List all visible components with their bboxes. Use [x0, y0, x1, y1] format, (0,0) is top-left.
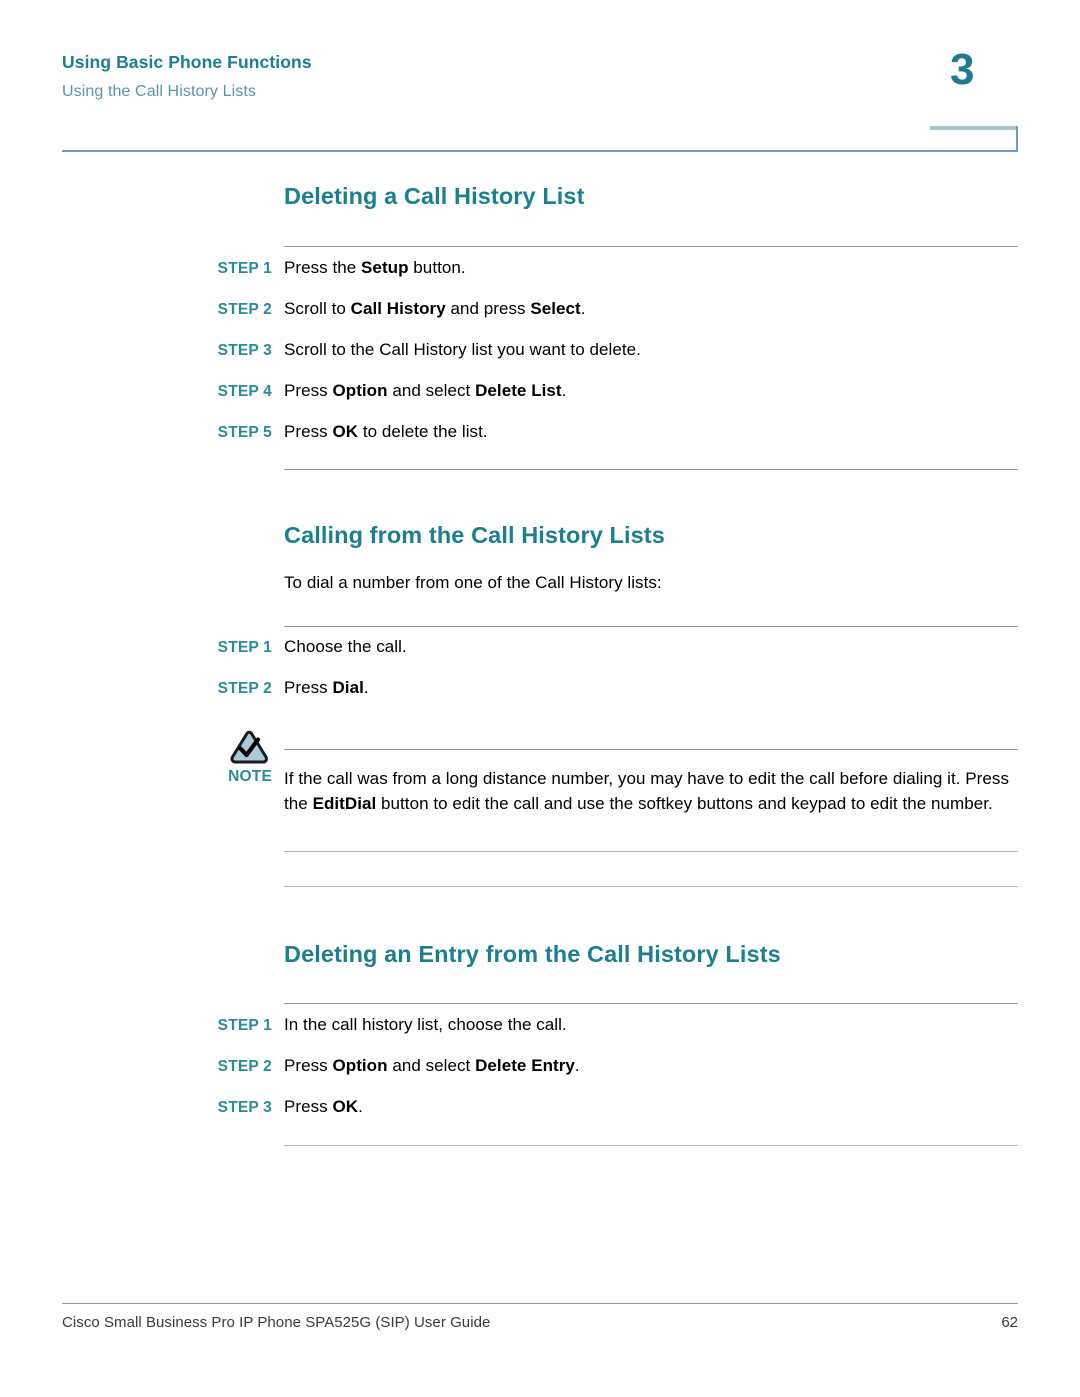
- step-text: Press OK to delete the list.: [284, 422, 488, 441]
- step-row: STEP 3 Press OK.: [0, 1097, 1080, 1121]
- section-heading-calling-from-the-call-history-lists: Calling from the Call History Lists: [284, 522, 665, 548]
- footer-rule: [62, 1303, 1018, 1304]
- step-label: STEP 3: [217, 342, 272, 359]
- document-page: Using Basic Phone Functions Using the Ca…: [0, 0, 1080, 1397]
- note-triangle-check-icon: [228, 730, 270, 766]
- step-label: STEP 1: [217, 639, 272, 656]
- running-title: Using Basic Phone Functions: [62, 52, 312, 72]
- step-row: STEP 1 Press the Setup button.: [0, 258, 1080, 282]
- step-label: STEP 3: [217, 1099, 272, 1116]
- section-rule: [284, 626, 1018, 627]
- step-row: STEP 1 Choose the call.: [0, 637, 1080, 661]
- section-rule: [284, 246, 1018, 247]
- page-header: Using Basic Phone Functions Using the Ca…: [62, 52, 1018, 102]
- step-label: STEP 2: [217, 680, 272, 697]
- note-bottom-rule: [284, 851, 1018, 852]
- running-subtitle: Using the Call History Lists: [62, 82, 256, 100]
- chapter-number: 3: [950, 45, 975, 94]
- note-top-rule: [284, 749, 1018, 750]
- step-label: STEP 1: [217, 260, 272, 277]
- note-body-text: If the call was from a long distance num…: [284, 769, 1009, 813]
- step-text: Press Dial.: [284, 678, 369, 697]
- step-row: STEP 2 Press Option and select Delete En…: [0, 1056, 1080, 1080]
- step-text: Scroll to Call History and press Select.: [284, 299, 586, 318]
- note-label: NOTE: [228, 768, 272, 785]
- step-row: STEP 3 Scroll to the Call History list y…: [0, 340, 1080, 364]
- section-intro-text: To dial a number from one of the Call Hi…: [284, 573, 662, 592]
- step-label: STEP 1: [217, 1017, 272, 1034]
- step-text: Press Option and select Delete List.: [284, 381, 567, 400]
- step-row: STEP 1 In the call history list, choose …: [0, 1015, 1080, 1039]
- header-box-right-edge: [1016, 126, 1018, 152]
- step-row: STEP 5 Press OK to delete the list.: [0, 422, 1080, 446]
- section-end-rule: [284, 469, 1018, 470]
- step-text: Press Option and select Delete Entry.: [284, 1056, 580, 1075]
- step-label: STEP 2: [217, 1058, 272, 1075]
- step-text: Scroll to the Call History list you want…: [284, 340, 641, 359]
- step-row: STEP 2 Scroll to Call History and press …: [0, 299, 1080, 323]
- header-box-top-edge: [930, 126, 1018, 130]
- header-rule: [62, 150, 1018, 152]
- step-label: STEP 5: [217, 424, 272, 441]
- section-end-rule: [284, 886, 1018, 887]
- section-heading-deleting-an-entry-from-the-call-history-lists: Deleting an Entry from the Call History …: [284, 941, 781, 967]
- step-text: In the call history list, choose the cal…: [284, 1015, 567, 1034]
- step-row: STEP 4 Press Option and select Delete Li…: [0, 381, 1080, 405]
- step-text: Press the Setup button.: [284, 258, 466, 277]
- step-label: STEP 4: [217, 383, 272, 400]
- step-text: Choose the call.: [284, 637, 407, 656]
- step-label: STEP 2: [217, 301, 272, 318]
- section-end-rule: [284, 1145, 1018, 1146]
- section-heading-deleting-a-call-history-list: Deleting a Call History List: [284, 183, 585, 209]
- footer-page-number: 62: [1001, 1314, 1018, 1331]
- step-row: STEP 2 Press Dial.: [0, 678, 1080, 702]
- step-text: Press OK.: [284, 1097, 363, 1116]
- section-rule: [284, 1003, 1018, 1004]
